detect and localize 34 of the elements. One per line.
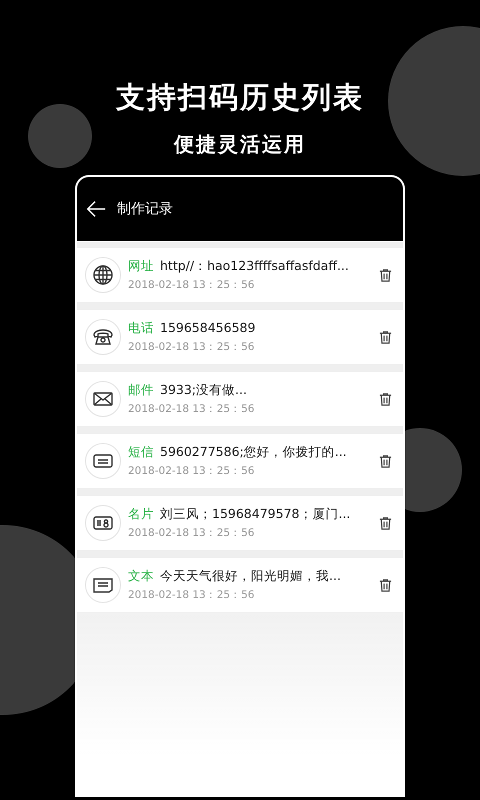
globe-icon xyxy=(91,263,115,287)
record-card[interactable]: 电话 159658456589 2018-02-18 13：25：56 xyxy=(77,310,403,364)
record-type: 名片 xyxy=(128,506,154,523)
record-content: http//：hao123ffffsaffasfdaff... xyxy=(160,258,349,275)
record-type: 文本 xyxy=(128,568,154,585)
record-card[interactable]: 网址 http//：hao123ffffsaffasfdaff... 2018-02-18 13：25：56 xyxy=(77,248,403,302)
trash-icon[interactable] xyxy=(378,454,393,468)
record-content: 今天天气很好，阳光明媚，我... xyxy=(160,568,341,585)
record-card[interactable]: 短信 5960277586;您好，你拨打的... 2018-02-18 13：25：56 xyxy=(77,434,403,488)
record-type: 短信 xyxy=(128,444,154,461)
trash-icon[interactable] xyxy=(378,330,393,344)
record-content: 159658456589 xyxy=(160,320,256,337)
trash-icon[interactable] xyxy=(378,516,393,530)
record-time: 2018-02-18 13：25：56 xyxy=(128,588,256,602)
record-time: 2018-02-18 13：25：56 xyxy=(128,464,256,478)
record-content: 5960277586;您好，你拨打的... xyxy=(160,444,347,461)
record-type: 网址 xyxy=(128,258,154,275)
record-time: 2018-02-18 13：25：56 xyxy=(128,340,256,354)
headline: 支持扫码历史列表 xyxy=(116,79,364,116)
trash-icon[interactable] xyxy=(378,268,393,282)
record-time: 2018-02-18 13：25：56 xyxy=(128,402,256,416)
record-type: 电话 xyxy=(128,320,154,337)
record-content: 刘三风；15968479578；厦门... xyxy=(160,506,350,523)
record-time: 2018-02-18 13：25：56 xyxy=(128,278,256,292)
record-card[interactable]: 邮件 3933;没有做... 2018-02-18 13：25：56 xyxy=(77,372,403,426)
record-time: 2018-02-18 13：25：56 xyxy=(128,526,256,540)
record-content: 3933;没有做... xyxy=(160,382,247,399)
trash-icon[interactable] xyxy=(378,392,393,406)
record-card[interactable]: 名片 刘三风；15968479578；厦门... 2018-02-18 13：25：56 xyxy=(77,496,403,550)
screen-title: 制作记录 xyxy=(117,200,173,218)
record-card[interactable]: 文本 今天天气很好，阳光明媚，我... 2018-02-18 13：25：56 xyxy=(77,558,403,612)
trash-icon[interactable] xyxy=(378,578,393,592)
subheadline: 便捷灵活运用 xyxy=(174,131,306,158)
record-type: 邮件 xyxy=(128,382,154,399)
